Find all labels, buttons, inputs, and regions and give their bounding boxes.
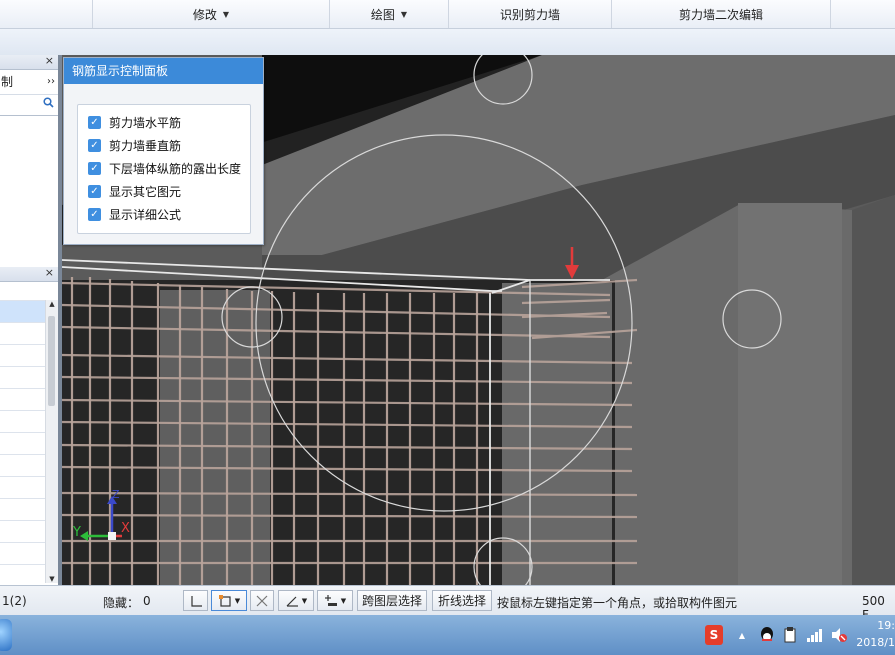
- checkbox-checked-icon[interactable]: ✓: [88, 207, 101, 221]
- orthogonal-button[interactable]: [183, 590, 208, 611]
- snap-mode-button[interactable]: ▼: [211, 590, 247, 611]
- option-label: 剪力墙垂直筋: [109, 138, 182, 153]
- orthogonal-icon: [190, 595, 202, 607]
- option-vertical-rebar[interactable]: ✓ 剪力墙垂直筋: [88, 136, 181, 154]
- rebar-panel-title[interactable]: 钢筋显示控制面板: [64, 58, 263, 84]
- cross-layer-select-button[interactable]: 跨图层选择: [357, 590, 427, 611]
- polyline-select-button[interactable]: 折线选择: [432, 590, 492, 611]
- option-label: 下层墙体纵筋的露出长度: [109, 161, 242, 176]
- offset-icon: [324, 594, 337, 606]
- left-pane-row-label: 制: [1, 75, 14, 89]
- checkbox-checked-icon[interactable]: ✓: [88, 138, 101, 152]
- qq-icon[interactable]: [758, 625, 776, 645]
- close-icon[interactable]: ×: [45, 266, 54, 279]
- option-show-detailed-formula[interactable]: ✓ 显示详细公式: [88, 205, 181, 223]
- scrollbar[interactable]: ▲ ▼: [45, 300, 58, 583]
- ribbon-toolbar: 修改 ▼ 绘图 ▼ 识别剪力墙 剪力墙二次编辑: [0, 0, 895, 29]
- angle-button[interactable]: ▼: [278, 590, 314, 611]
- modify-menu[interactable]: 修改 ▼: [92, 0, 329, 28]
- snap-box-icon: [218, 594, 231, 607]
- taskbar: S ▲ 19: 2018/1: [0, 615, 895, 655]
- clock-time: 19:: [877, 619, 895, 632]
- scrollbar-thumb[interactable]: [48, 316, 55, 406]
- selection-count: 1(2): [2, 594, 27, 608]
- left-pane-list-header: ×: [0, 266, 58, 282]
- list-row[interactable]: [0, 282, 58, 301]
- cross-layer-select-label: 跨图层选择: [361, 594, 422, 608]
- left-pane-row[interactable]: 制 ››: [0, 70, 58, 95]
- shear-wall-edit-label: 剪力墙二次编辑: [678, 7, 763, 22]
- left-pane-list: × ▲ ▼: [0, 266, 58, 585]
- draw-label: 绘图: [370, 7, 395, 22]
- start-button[interactable]: [0, 619, 12, 651]
- tray-expand-icon[interactable]: ▲: [736, 625, 748, 645]
- search-input[interactable]: [0, 95, 58, 116]
- chevron-down-icon: ▼: [222, 9, 230, 19]
- z-axis-label: Z: [112, 488, 120, 501]
- sub-toolbar: [0, 29, 895, 56]
- sogou-ime-icon[interactable]: S: [705, 625, 723, 645]
- chevron-down-icon: ▼: [400, 9, 408, 19]
- clock[interactable]: 19: 2018/1: [855, 617, 895, 651]
- checkbox-checked-icon[interactable]: ✓: [88, 161, 101, 175]
- network-icon[interactable]: [806, 625, 822, 645]
- search-icon[interactable]: [43, 97, 54, 111]
- y-axis-label: Y: [73, 525, 81, 540]
- shear-wall-edit-button[interactable]: 剪力墙二次编辑: [611, 0, 831, 28]
- status-hint: 按鼠标左键指定第一个角点，或拾取构件图元: [497, 596, 738, 610]
- more-icon[interactable]: ››: [47, 70, 55, 94]
- option-show-other-elements[interactable]: ✓ 显示其它图元: [88, 182, 181, 200]
- option-horizontal-rebar[interactable]: ✓ 剪力墙水平筋: [88, 113, 181, 131]
- angle-icon: [286, 596, 298, 607]
- clock-date: 2018/1: [856, 636, 895, 649]
- cross-button[interactable]: [250, 590, 274, 611]
- hidden-count: 0: [143, 594, 151, 608]
- x-axis-label: X: [121, 521, 130, 536]
- close-icon[interactable]: ×: [45, 54, 54, 67]
- draw-menu[interactable]: 绘图 ▼: [329, 0, 448, 28]
- identify-shear-wall-button[interactable]: 识别剪力墙: [448, 0, 611, 28]
- clipboard-icon[interactable]: [782, 625, 798, 645]
- rebar-display-panel: 钢筋显示控制面板 ✓ 剪力墙水平筋 ✓ 剪力墙垂直筋 ✓ 下层墙体纵筋的露出长度 ✓ 显…: [63, 57, 264, 245]
- hidden-label: 隐藏：: [103, 596, 140, 610]
- option-label: 显示其它图元: [109, 184, 182, 199]
- cross-icon: [256, 595, 268, 606]
- axis-gizmo: Y X Z: [70, 488, 140, 552]
- left-pane-header: ×: [0, 54, 58, 70]
- polyline-select-label: 折线选择: [437, 594, 486, 608]
- checkbox-checked-icon[interactable]: ✓: [88, 184, 101, 198]
- option-lower-wall-exposed-length[interactable]: ✓ 下层墙体纵筋的露出长度: [88, 159, 241, 177]
- rebar-options-box: ✓ 剪力墙水平筋 ✓ 剪力墙垂直筋 ✓ 下层墙体纵筋的露出长度 ✓ 显示其它图元 ✓ 显示…: [77, 104, 251, 234]
- status-bar: 1(2) 隐藏： 0 ▼ ▼ ▼ 跨图层选择 折线选择 按鼠标左键指定第一个角点…: [0, 585, 895, 622]
- option-label: 剪力墙水平筋: [109, 115, 182, 130]
- offset-button[interactable]: ▼: [317, 590, 353, 611]
- checkbox-checked-icon[interactable]: ✓: [88, 115, 101, 129]
- volume-muted-icon[interactable]: [830, 625, 848, 645]
- modify-label: 修改: [192, 7, 217, 22]
- identify-shear-wall-label: 识别剪力墙: [499, 7, 560, 22]
- option-label: 显示详细公式: [109, 207, 182, 222]
